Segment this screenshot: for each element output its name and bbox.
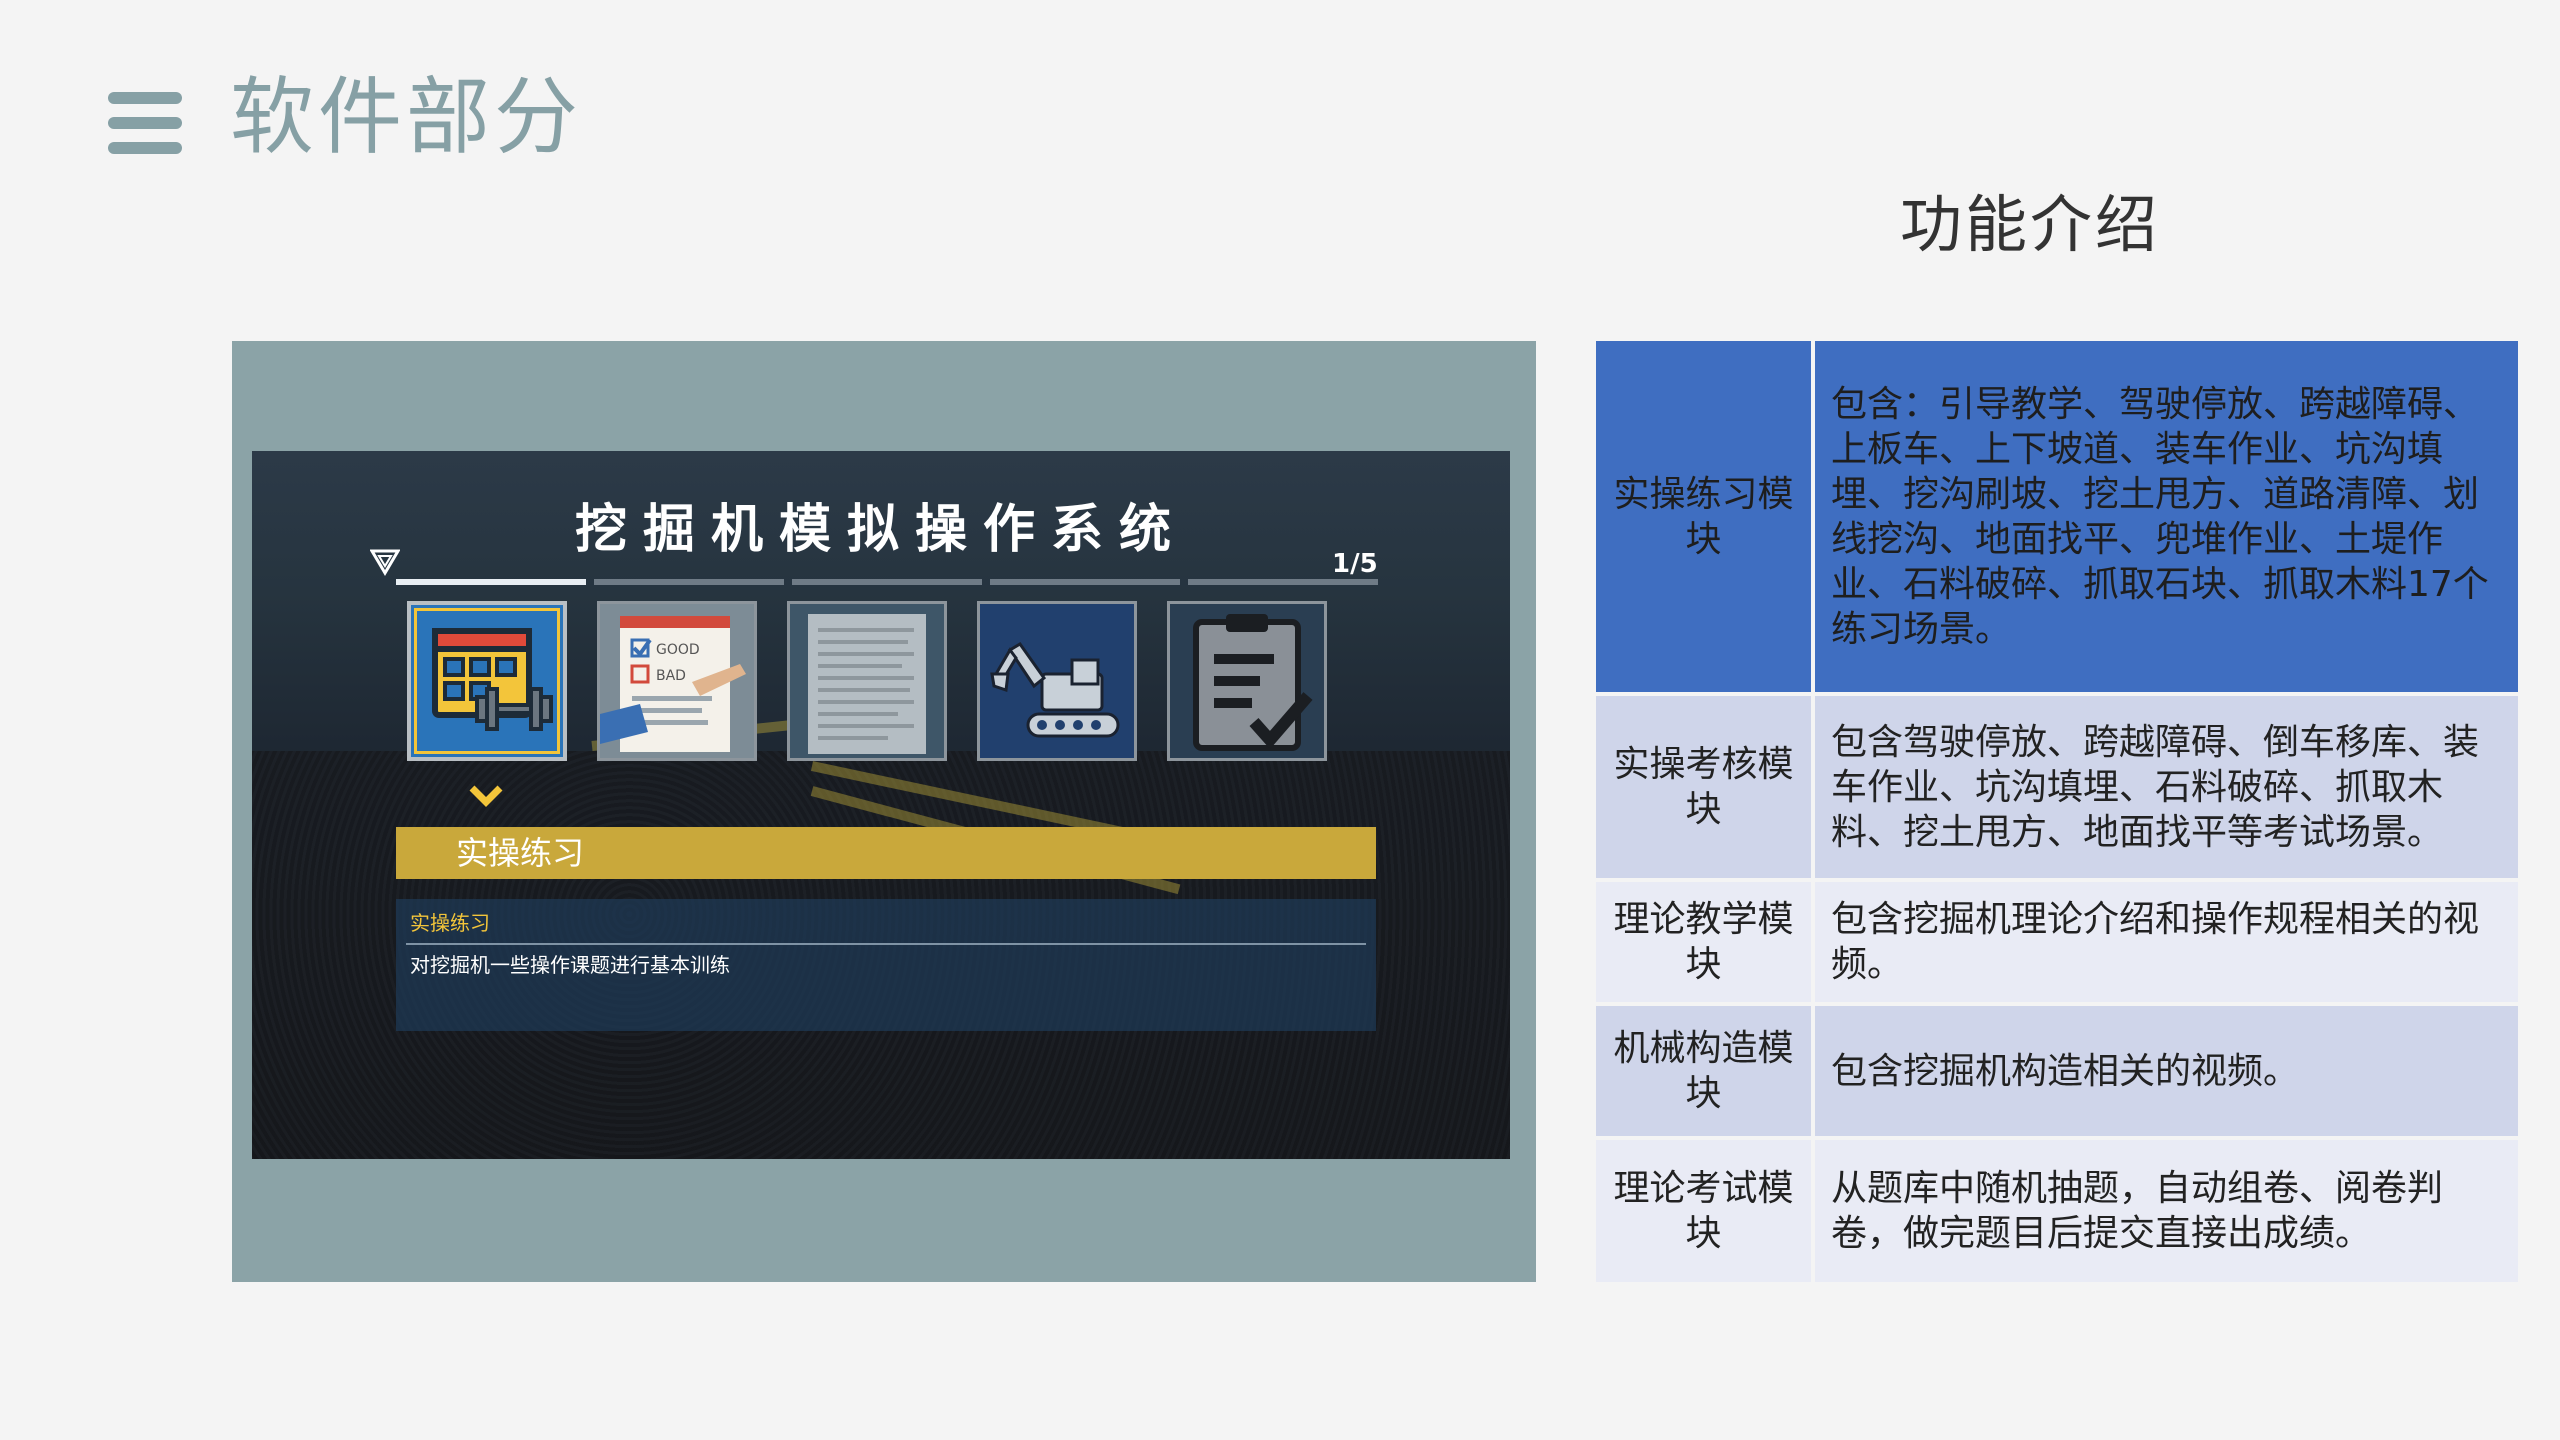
module-description: 包含驾驶停放、跨越障碍、倒车移库、装车作业、坑沟填埋、石料破碎、抓取木料、挖土甩… — [1815, 696, 2518, 878]
tab-segment-1[interactable] — [396, 579, 586, 585]
module-description: 从题库中随机抽题，自动组卷、阅卷判卷，做完题目后提交直接出成绩。 — [1815, 1140, 2518, 1282]
excavator-icon — [980, 604, 1134, 758]
table-row: 实操练习模块 包含：引导教学、驾驶停放、跨越障碍、上板车、上下坡道、装车作业、坑… — [1596, 341, 2518, 692]
section-title: 功能介绍 — [1900, 188, 2161, 261]
page-title: 软件部分 — [230, 68, 583, 166]
tab-segment-3[interactable] — [792, 579, 982, 585]
card-practice[interactable] — [407, 601, 567, 761]
table-row: 理论教学模块 包含挖掘机理论介绍和操作规程相关的视频。 — [1596, 882, 2518, 1002]
document-page-icon — [790, 604, 944, 758]
tab-segment-4[interactable] — [990, 579, 1180, 585]
excavator-simulator-screen: 挖掘机模拟操作系统 1/5 GOOD BAD 实操练习 实操练习 对挖掘机一些操… — [252, 451, 1510, 1159]
module-description: 包含挖掘机理论介绍和操作规程相关的视频。 — [1815, 882, 2518, 1002]
software-screenshot-frame: 挖掘机模拟操作系统 1/5 GOOD BAD 实操练习 实操练习 对挖掘机一些操… — [232, 341, 1536, 1282]
module-name: 机械构造模块 — [1596, 1006, 1811, 1136]
good-label: GOOD — [656, 642, 700, 658]
module-name: 实操考核模块 — [1596, 696, 1811, 878]
bad-label: BAD — [656, 668, 686, 684]
tab-progress-bar — [396, 579, 1378, 585]
module-name: 实操练习模块 — [1596, 341, 1811, 692]
card-mechanical-structure[interactable] — [977, 601, 1137, 761]
clipboard-check-icon — [1170, 604, 1324, 758]
menu-bar — [108, 117, 182, 129]
page-indicator: 1/5 — [1332, 549, 1378, 579]
mode-description-box: 实操练习 对挖掘机一些操作课题进行基本训练 — [396, 899, 1376, 1031]
card-assessment[interactable]: GOOD BAD — [597, 601, 757, 761]
hamburger-menu-icon[interactable] — [108, 92, 182, 154]
selected-mode-bar[interactable]: 实操练习 — [396, 827, 1376, 879]
module-description: 包含：引导教学、驾驶停放、跨越障碍、上板车、上下坡道、装车作业、坑沟填埋、挖沟刷… — [1815, 341, 2518, 692]
chevron-down-icon — [469, 785, 503, 807]
module-name: 理论教学模块 — [1596, 882, 1811, 1002]
card-theory-exam[interactable] — [1167, 601, 1327, 761]
menu-bar — [108, 92, 182, 104]
module-name: 理论考试模块 — [1596, 1140, 1811, 1282]
description-divider — [406, 943, 1366, 945]
table-row: 理论考试模块 从题库中随机抽题，自动组卷、阅卷判卷，做完题目后提交直接出成绩。 — [1596, 1140, 2518, 1282]
checklist-good-bad-icon: GOOD BAD — [600, 604, 754, 758]
triangle-logo-icon — [370, 549, 400, 576]
table-row: 机械构造模块 包含挖掘机构造相关的视频。 — [1596, 1006, 2518, 1136]
description-text: 对挖掘机一些操作课题进行基本训练 — [410, 953, 730, 977]
calendar-dumbbell-icon — [432, 628, 553, 731]
simulator-title: 挖掘机模拟操作系统 — [574, 500, 1187, 560]
card-theory-teaching[interactable] — [787, 601, 947, 761]
table-row: 实操考核模块 包含驾驶停放、跨越障碍、倒车移库、装车作业、坑沟填埋、石料破碎、抓… — [1596, 696, 2518, 878]
tab-segment-5[interactable] — [1188, 579, 1378, 585]
selected-mode-label: 实操练习 — [456, 834, 585, 872]
tab-segment-2[interactable] — [594, 579, 784, 585]
description-title: 实操练习 — [410, 911, 490, 935]
menu-bar — [108, 142, 182, 154]
module-description: 包含挖掘机构造相关的视频。 — [1815, 1006, 2518, 1136]
